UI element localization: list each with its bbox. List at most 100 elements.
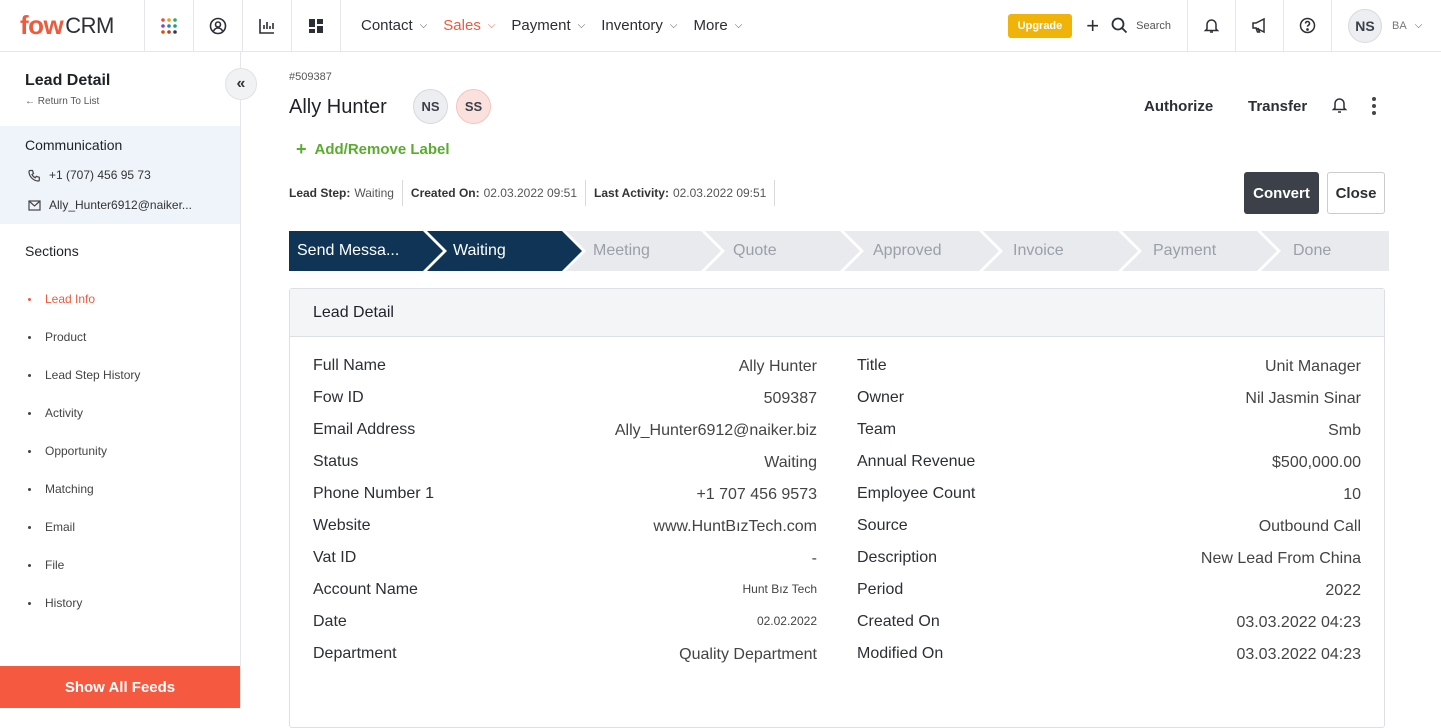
step-done[interactable]: Done [1293, 231, 1331, 271]
field-value: 02.02.2022 [756, 614, 817, 628]
bell-icon[interactable] [1331, 96, 1348, 119]
convert-button[interactable]: Convert [1244, 172, 1319, 214]
field-value: www.HuntBızTech.com [653, 518, 817, 535]
authorize-button[interactable]: Authorize [1144, 98, 1213, 115]
field-label: Created On [857, 613, 940, 630]
sidebar-title: Lead Detail [25, 72, 111, 89]
chevron-down-icon: ⌵ [419, 20, 428, 31]
step-meeting[interactable]: Meeting [593, 231, 650, 271]
plus-icon[interactable]: + [1086, 13, 1099, 39]
field-label: Description [857, 549, 938, 566]
last-activity-meta: Last Activity: 02.03.2022 09:51 [586, 180, 776, 206]
communication-title: Communication [25, 137, 123, 153]
collapse-sidebar-button[interactable]: « [225, 68, 257, 100]
sidebar: Lead Detail ← Return To List « Communica… [0, 52, 257, 708]
show-all-feeds-button[interactable]: Show All Feeds [0, 666, 240, 708]
field-value: New Lead From China [1200, 550, 1361, 567]
field-value: 10 [1343, 486, 1361, 503]
field-label: Fow ID [313, 389, 364, 406]
dashboard-icon[interactable] [292, 0, 341, 52]
chevron-down-icon: ⌵ [734, 20, 743, 31]
nav-more[interactable]: More ⌵ [694, 17, 743, 34]
field-label: Employee Count [857, 485, 976, 502]
section-product[interactable]: Product [28, 318, 140, 356]
section-file[interactable]: File [28, 546, 140, 584]
lead-name: Ally Hunter [289, 96, 387, 118]
search-button[interactable]: Search [1111, 0, 1171, 52]
owner-avatar-ns[interactable]: NS [413, 89, 448, 124]
logo-suffix: CRM [65, 12, 114, 38]
logo-prefix: fow [20, 10, 64, 40]
user-circle-icon[interactable] [194, 0, 243, 52]
field-label: Modified On [857, 645, 944, 662]
section-opportunity[interactable]: Opportunity [28, 432, 140, 470]
field-label: Account Name [313, 581, 418, 598]
created-on-meta: Created On: 02.03.2022 09:51 [403, 180, 587, 206]
section-email[interactable]: Email [28, 508, 140, 546]
chevron-down-icon: ⌵ [669, 20, 678, 31]
field-label: Title [857, 357, 887, 374]
field-value: Quality Department [679, 646, 817, 663]
step-waiting[interactable]: Waiting [453, 231, 506, 271]
avatar: NS [1348, 8, 1382, 43]
field-label: Source [857, 517, 908, 534]
mail-icon [28, 199, 41, 211]
nav-contact[interactable]: Contact ⌵ [361, 17, 427, 34]
sections-list: Lead Info Product Lead Step History Acti… [28, 280, 140, 622]
bar-chart-icon[interactable] [243, 0, 292, 52]
top-bar: fow CRM Contact ⌵ Sales ⌵ Payment ⌵ Inventor… [0, 0, 1441, 52]
search-label: Search [1136, 19, 1171, 32]
field-label: Full Name [313, 357, 386, 374]
field-value: Unit Manager [1264, 358, 1361, 375]
transfer-button[interactable]: Transfer [1248, 98, 1307, 115]
logo[interactable]: fow CRM [0, 0, 145, 52]
apps-grid-icon[interactable] [145, 0, 194, 52]
field-label: Team [857, 421, 897, 438]
user-menu[interactable]: NS BA ⌵ [1331, 0, 1441, 52]
nav-sales[interactable]: Sales ⌵ [443, 17, 495, 34]
field-label: Owner [857, 389, 905, 406]
megaphone-icon[interactable] [1235, 0, 1283, 52]
chevron-down-icon: ⌵ [1414, 20, 1423, 31]
step-invoice[interactable]: Invoice [1013, 231, 1064, 271]
owner-avatar-ss[interactable]: SS [456, 89, 491, 124]
phone-link[interactable]: +1 (707) 456 95 73 [28, 168, 151, 182]
lead-detail-card: Lead Detail Full Name Ally Hunter Fow ID… [289, 288, 1385, 728]
step-send-message[interactable]: Send Messa... [297, 231, 399, 271]
field-value: Hunt Bız Tech [742, 582, 817, 596]
field-value: $500,000.00 [1272, 454, 1361, 471]
upgrade-button[interactable]: Upgrade [1007, 13, 1073, 38]
field-value: +1 707 456 9573 [696, 486, 817, 503]
search-icon [1111, 17, 1128, 34]
section-lead-info[interactable]: Lead Info [28, 280, 140, 318]
section-activity[interactable]: Activity [28, 394, 140, 432]
step-payment[interactable]: Payment [1153, 231, 1216, 271]
nav-inventory[interactable]: Inventory ⌵ [601, 17, 677, 34]
field-value: - [811, 550, 817, 567]
add-remove-label-button[interactable]: + Add/Remove Label [296, 139, 450, 160]
field-value: 509387 [763, 390, 817, 407]
close-button[interactable]: Close [1327, 172, 1385, 214]
lead-step-meta: Lead Step: Waiting [289, 180, 403, 206]
more-options-icon[interactable] [1371, 96, 1377, 116]
section-matching[interactable]: Matching [28, 470, 140, 508]
help-icon[interactable] [1283, 0, 1331, 52]
field-label: Department [313, 645, 397, 662]
field-value: Nil Jasmin Sinar [1245, 390, 1361, 407]
bell-icon[interactable] [1187, 0, 1235, 52]
step-approved[interactable]: Approved [873, 231, 942, 271]
email-link[interactable]: Ally_Hunter6912@naiker... [28, 198, 192, 212]
section-history[interactable]: History [28, 584, 140, 622]
field-value: 03.03.2022 04:23 [1236, 646, 1361, 663]
lead-step-pipeline: Send Messa... Waiting Meeting Quote Appr… [289, 231, 1389, 271]
section-lead-step-history[interactable]: Lead Step History [28, 356, 140, 394]
step-quote[interactable]: Quote [733, 231, 777, 271]
chevron-down-icon: ⌵ [577, 20, 586, 31]
plus-icon: + [296, 139, 307, 159]
field-label: Email Address [313, 421, 416, 438]
lead-meta: Lead Step: Waiting Created On: 02.03.2022 … [289, 180, 776, 206]
field-value: Outbound Call [1258, 518, 1361, 535]
nav-payment[interactable]: Payment ⌵ [511, 17, 585, 34]
return-to-list-link[interactable]: ← Return To List [25, 96, 99, 107]
field-label: Status [313, 453, 359, 470]
